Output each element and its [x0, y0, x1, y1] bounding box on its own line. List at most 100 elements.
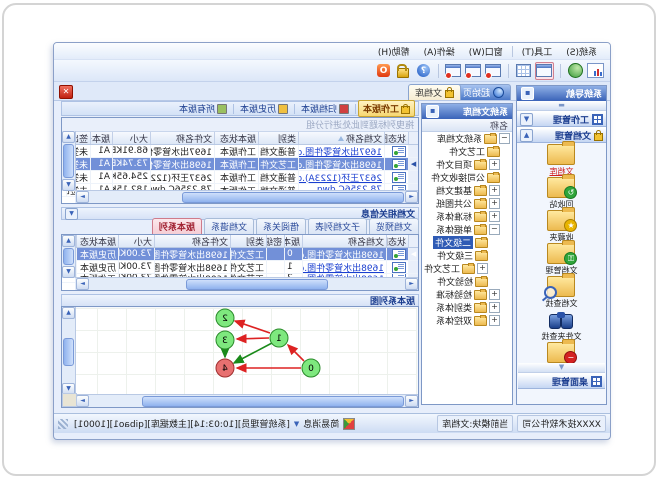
col-size[interactable]: 大小: [118, 235, 154, 247]
chart-icon[interactable]: [587, 63, 604, 79]
col-size[interactable]: 大小: [112, 132, 150, 144]
nav-item-folder-search[interactable]: 文件夹查找: [522, 308, 602, 341]
window-red-icon[interactable]: [445, 63, 462, 79]
col-file-name[interactable]: 文件名称: [154, 235, 230, 247]
window-red-icon[interactable]: [485, 63, 502, 79]
vertical-scrollbar[interactable]: ▲▼: [62, 131, 76, 191]
quick-message-button[interactable]: 简易消息: [303, 417, 339, 430]
col-version-no[interactable]: 版本号: [284, 235, 302, 247]
tree-row[interactable]: 检验文件: [422, 275, 512, 288]
window-red-icon[interactable]: [465, 63, 482, 79]
col-version-state[interactable]: 版本状态: [76, 235, 118, 247]
section-work-management[interactable]: 工作管理 ▼: [517, 111, 606, 127]
tab-version-series[interactable]: 版本系列: [152, 218, 202, 234]
window-view-active-icon[interactable]: [535, 62, 554, 80]
horizontal-scrollbar[interactable]: ◄►: [75, 394, 418, 407]
table-row[interactable]: 1697出水管零件图.dwg普通文档 工作版本1697出水管零件图.dwg 68…: [62, 145, 418, 158]
col-doc-name[interactable]: 文档名称: [298, 132, 384, 144]
tree-row[interactable]: +类别体系: [422, 301, 512, 314]
col-version-no[interactable]: 版本号: [90, 132, 112, 144]
vertical-scrollbar[interactable]: ▲▼: [62, 307, 76, 395]
folder-icon: [475, 251, 488, 261]
tree-row[interactable]: +公共图纸: [422, 197, 512, 210]
tab-document-library[interactable]: 文档库: [408, 84, 461, 100]
tree-row[interactable]: +项目文件: [422, 158, 512, 171]
version-graph-canvas[interactable]: 2 3 1 4 0: [74, 308, 417, 396]
graph-node-3[interactable]: 3: [216, 331, 234, 349]
tree-column-header[interactable]: 名称: [422, 119, 512, 132]
col-category[interactable]: 类别: [230, 235, 266, 247]
globe-icon[interactable]: [567, 63, 584, 79]
tree-row[interactable]: +工艺文件: [422, 262, 512, 275]
graph-node-4-current[interactable]: 4: [216, 359, 234, 377]
horizontal-scrollbar[interactable]: ◄►: [75, 190, 418, 203]
tab-doc-preview[interactable]: 文档预览: [369, 218, 419, 234]
menu-tools[interactable]: 工具(T): [515, 43, 560, 60]
menu-help[interactable]: 帮助(H): [371, 43, 417, 60]
folder-icon: [474, 316, 487, 326]
tree-row[interactable]: 三级文件: [422, 249, 512, 262]
tab-borrow-relation[interactable]: 借阅关系: [256, 218, 306, 234]
resize-grip[interactable]: [58, 419, 68, 429]
version-filter-all[interactable]: 所有版本: [175, 101, 231, 116]
app-window: 系统(S) 工具(T) 窗口(W) 操作(A) 帮助(H) ? O 起始页 文档…: [53, 42, 611, 440]
col-version-state[interactable]: 版本状态: [214, 132, 258, 144]
table-row[interactable]: 2637王环(1223A).dwg普通文档 工作版本2637王环(1223A).…: [62, 171, 418, 184]
dropdown-chevron-icon[interactable]: ▼: [294, 420, 299, 428]
table-row-selected[interactable]: ▶ 1698出水管零件图.dwg工艺文件 工作版本1698出水管零件图.dwg …: [62, 158, 418, 171]
overflow-chevron-icon[interactable]: ▼: [518, 363, 605, 373]
graph-node-1[interactable]: 1: [270, 329, 288, 347]
padlock-icon[interactable]: [395, 63, 412, 79]
version-filter-working[interactable]: 工作版本: [358, 100, 415, 117]
tree-row[interactable]: 公司接收文件: [422, 171, 512, 184]
tab-doc-pedigree[interactable]: 文档谱系: [204, 218, 254, 234]
splitter-handle[interactable]: ▬: [517, 101, 606, 111]
col-category[interactable]: 类别: [258, 132, 298, 144]
table-view-icon[interactable]: [515, 63, 532, 79]
folder-icon: [474, 186, 487, 196]
menu-system[interactable]: 系统(S): [559, 43, 604, 60]
version-filter-history[interactable]: 历史版本: [236, 101, 292, 116]
graph-node-2[interactable]: 2: [216, 309, 234, 327]
grid-group-panel[interactable]: 拖曳列标题到此处进行分组: [62, 118, 418, 132]
help-globe-icon[interactable]: ?: [415, 63, 432, 79]
nav-item-recycle-bin[interactable]: ↻ 回收站: [522, 176, 602, 209]
tree-row[interactable]: −单据体系: [422, 223, 512, 236]
tree-row[interactable]: +检验标准: [422, 288, 512, 301]
col-file-name[interactable]: 文件名称: [150, 132, 214, 144]
graph-node-0[interactable]: 0: [302, 359, 320, 377]
nav-item-doc-management[interactable]: ⚿ 文档管理: [522, 242, 602, 275]
nav-panel-header: 系统导航 ▪: [517, 86, 606, 101]
tab-start-page[interactable]: 起始页: [456, 84, 511, 100]
pin-icon[interactable]: ▪: [521, 87, 534, 100]
table-row-selected[interactable]: ▶ 1698出水管零件图.dwg0 工艺文件 1698出水管零件图.dwg73.…: [62, 248, 418, 261]
pin-icon[interactable]: ▪: [426, 105, 439, 118]
folder-icon: [487, 147, 500, 157]
tree-row[interactable]: −系统文档库: [422, 132, 512, 145]
section-desktop-management[interactable]: 桌面管理: [518, 373, 605, 389]
col-doc-name[interactable]: 文档名称: [302, 235, 386, 247]
stop-icon[interactable]: O: [375, 63, 392, 79]
close-icon[interactable]: ✕: [59, 85, 73, 99]
col-status[interactable]: 状态图: [386, 235, 408, 247]
tree-row[interactable]: 工艺文件: [422, 145, 512, 158]
nav-item-doc-search[interactable]: 文档查找: [522, 275, 602, 308]
chevron-down-icon[interactable]: ▼: [520, 113, 533, 126]
horizontal-scrollbar[interactable]: ◄►: [75, 277, 418, 290]
col-status[interactable]: 状态图: [384, 132, 408, 144]
menu-window[interactable]: 窗口(W): [462, 43, 510, 60]
menu-action[interactable]: 操作(A): [417, 43, 462, 60]
tree-row-selected[interactable]: 二级文件: [422, 236, 512, 249]
nav-item-document-library[interactable]: 文档库: [522, 143, 602, 176]
tab-start-page-label: 起始页: [463, 86, 490, 99]
col-security[interactable]: 密级: [266, 235, 284, 247]
tree-row[interactable]: +基建文档: [422, 184, 512, 197]
tab-subdoc-list[interactable]: 子文档列表: [308, 218, 367, 234]
tree-row[interactable]: +双控体系: [422, 314, 512, 327]
collapse-chevron-icon[interactable]: ▼: [65, 208, 78, 220]
vertical-scrollbar[interactable]: ▲▼: [62, 235, 76, 278]
table-row[interactable]: 1698出水管零件图.dwg1 工艺文件 1698出水管零件图.dwg73.00…: [62, 261, 418, 274]
tree-row[interactable]: +标准体系: [422, 210, 512, 223]
version-filter-archived[interactable]: 归档版本: [297, 101, 353, 116]
nav-item-favorites[interactable]: ★ 收藏夹: [522, 209, 602, 242]
